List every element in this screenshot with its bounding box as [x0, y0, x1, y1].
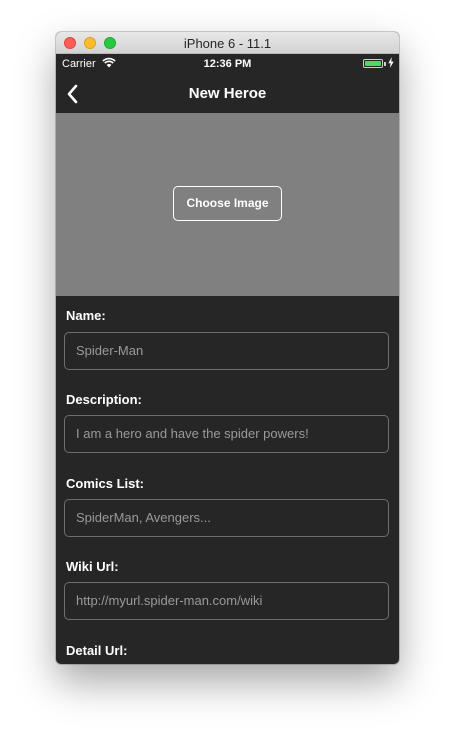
battery-tip: [384, 62, 386, 66]
description-field[interactable]: I am a hero and have the spider powers!: [64, 415, 389, 453]
status-time: 12:36 PM: [203, 58, 252, 70]
choose-image-button[interactable]: Choose Image: [173, 186, 282, 221]
charging-bolt-icon: [388, 57, 394, 68]
window-titlebar: iPhone 6 - 11.1: [56, 32, 399, 54]
wiki-url-label: Wiki Url:: [66, 559, 119, 574]
window-title: iPhone 6 - 11.1: [183, 36, 272, 51]
battery-icon: [363, 59, 383, 68]
name-field[interactable]: Spider-Man: [64, 332, 389, 370]
wiki-url-field[interactable]: http://myurl.spider-man.com/wiki: [64, 582, 389, 620]
status-bar: Carrier 12:36 PM: [56, 54, 399, 74]
name-label: Name:: [66, 308, 106, 323]
hero-image-area: Choose Image: [56, 113, 399, 296]
simulator-window: iPhone 6 - 11.1 Carrier 12:36 PM New Her…: [56, 32, 399, 664]
navigation-bar: New Heroe: [56, 74, 399, 113]
comics-list-field[interactable]: SpiderMan, Avengers...: [64, 499, 389, 537]
detail-url-label: Detail Url:: [66, 643, 128, 658]
page-title: New Heroe: [188, 85, 267, 102]
comics-list-label: Comics List:: [66, 476, 145, 491]
description-label: Description:: [66, 392, 142, 407]
